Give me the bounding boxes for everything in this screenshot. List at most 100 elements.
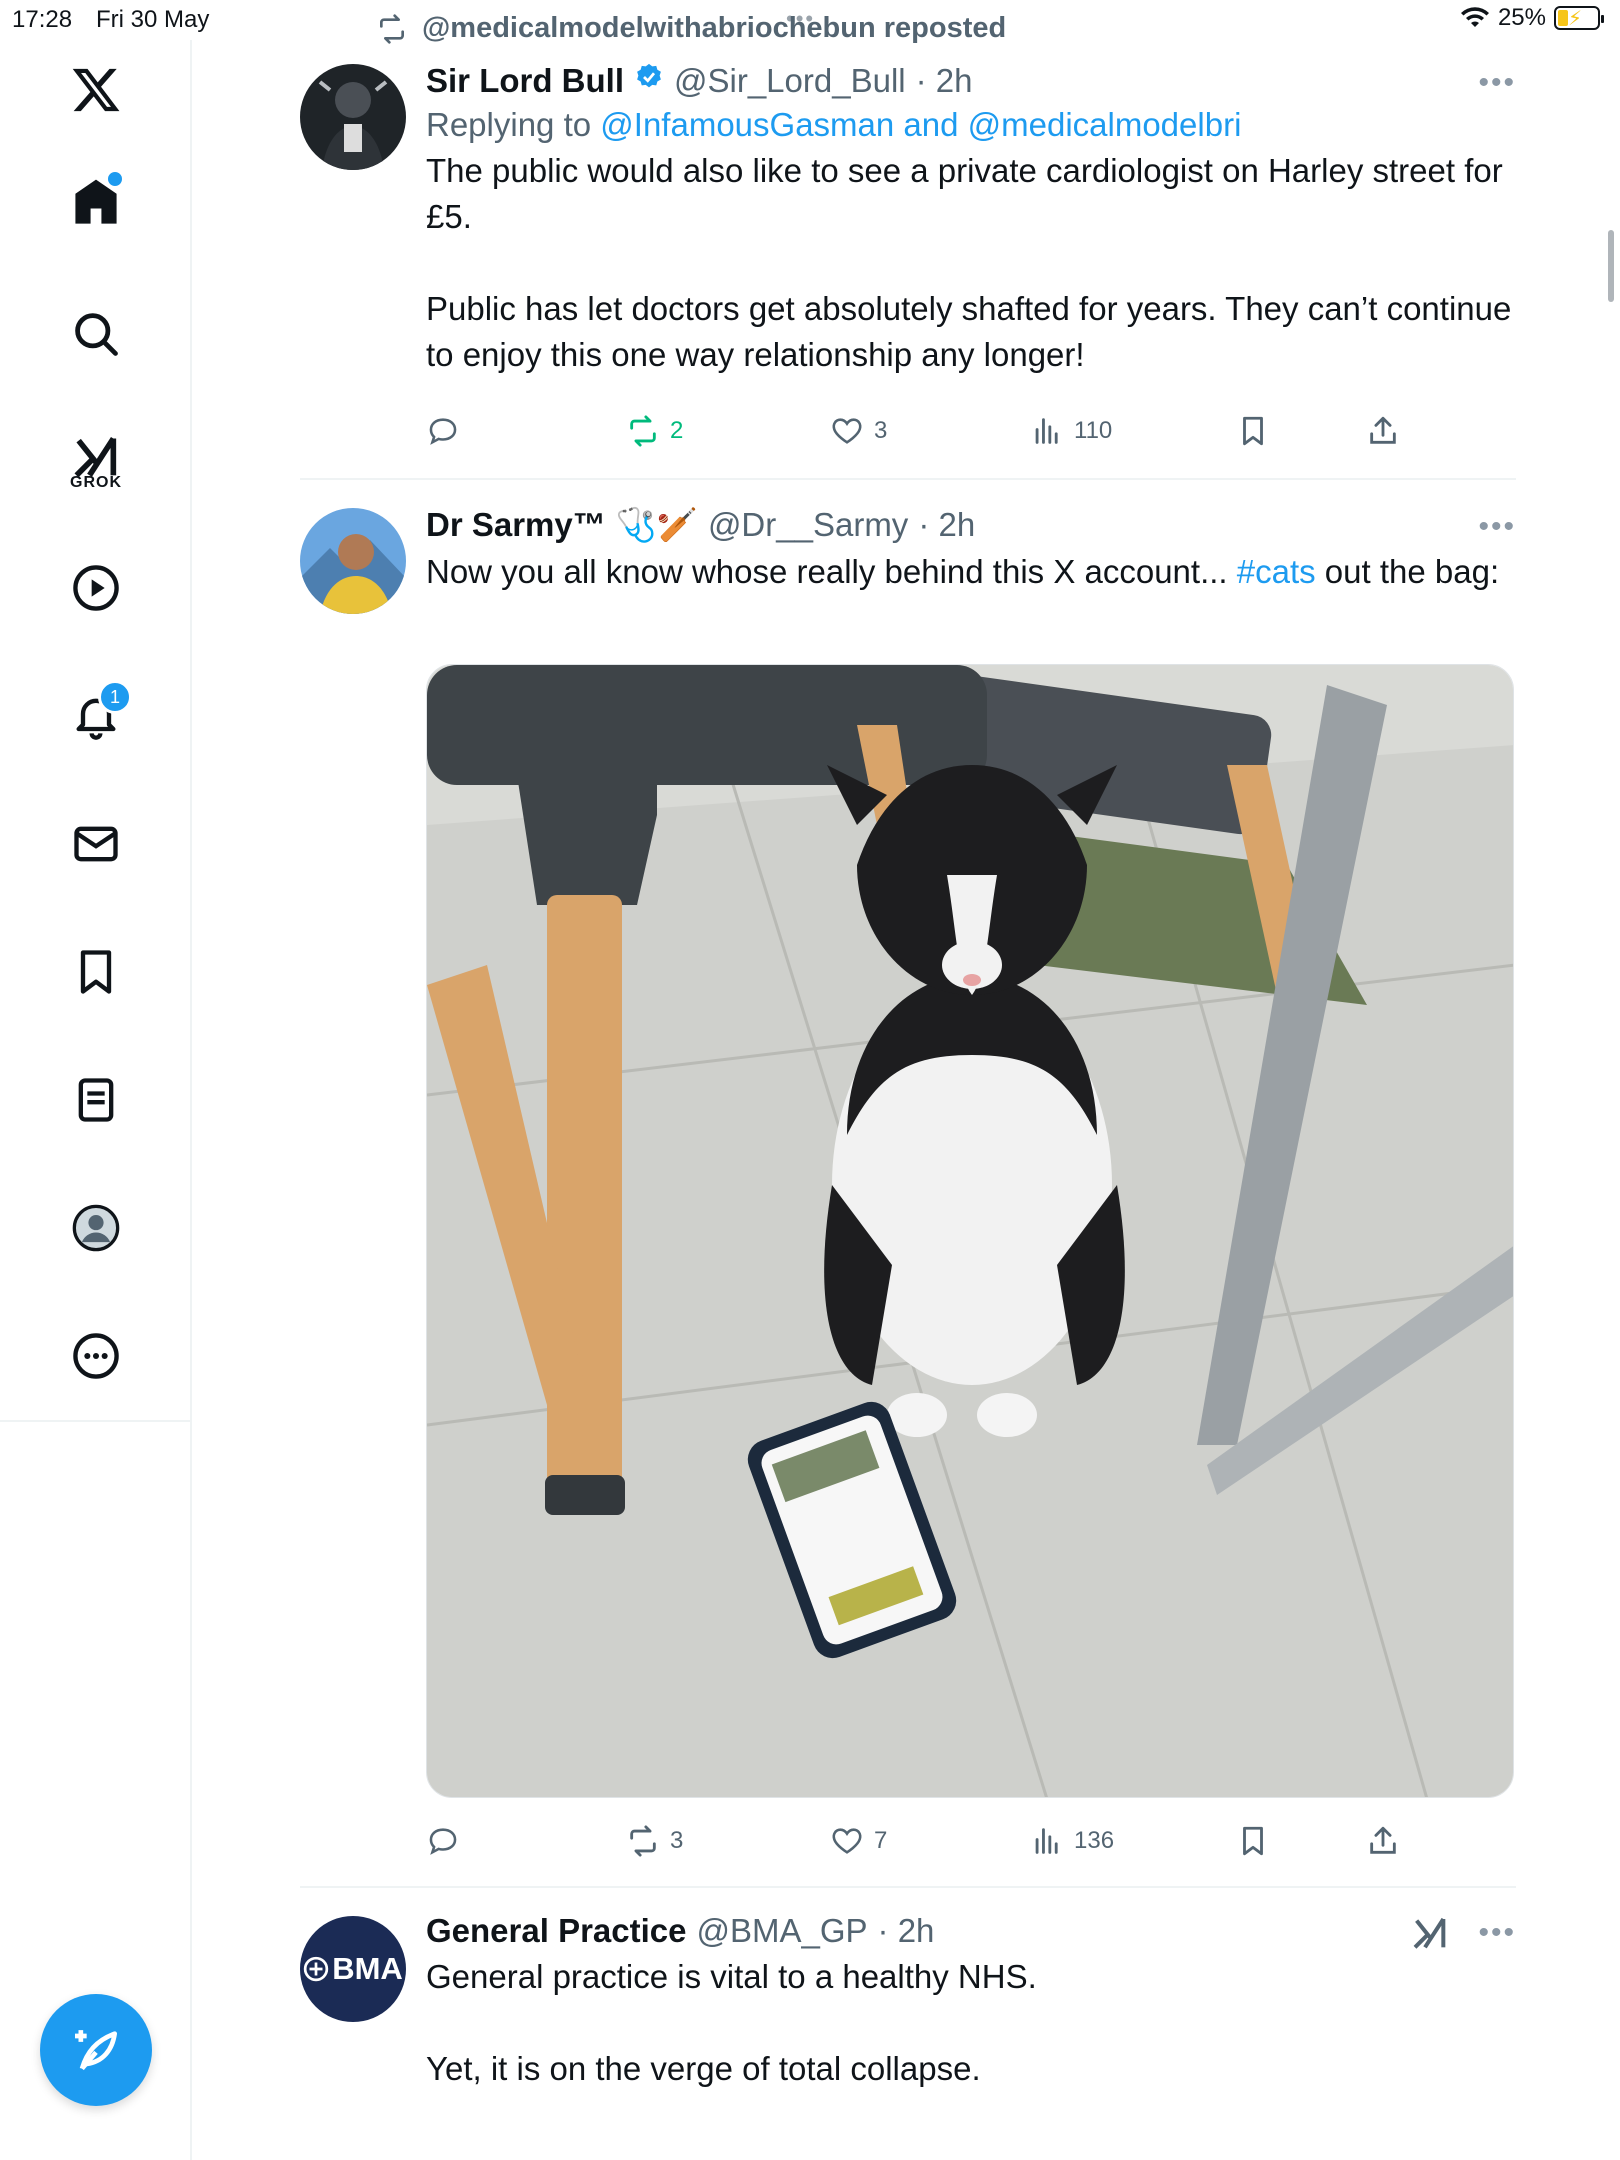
tweet-dr-sarmy[interactable]: Dr Sarmy™ 🩺🏏 @Dr__Sarmy · 2h Now you all…: [300, 506, 1516, 1866]
avatar[interactable]: BMA: [300, 1916, 406, 2022]
search-icon[interactable]: [56, 294, 136, 374]
bookmarks-icon[interactable]: [56, 932, 136, 1012]
share-icon: [1370, 416, 1396, 444]
home-new-dot: [106, 170, 124, 188]
share-icon: [1370, 1826, 1396, 1854]
more-options-icon[interactable]: [56, 1316, 136, 1396]
author-name[interactable]: Dr Sarmy™: [426, 506, 606, 544]
notifications-badge: 1: [98, 680, 132, 714]
more-options-icon[interactable]: •••: [1478, 510, 1516, 544]
repost-icon: [380, 13, 404, 44]
tweet-content: General Practice @BMA_GP · 2h General pr…: [426, 1912, 1516, 2092]
compose-feather-icon: [75, 2030, 117, 2071]
repost-button[interactable]: 2: [626, 414, 683, 448]
like-button[interactable]: 7: [830, 1824, 887, 1858]
tweet-header: Sir Lord Bull @Sir_Lord_Bull · 2h: [426, 62, 1516, 100]
repost-button[interactable]: 3: [626, 1824, 683, 1858]
repost-count: 3: [670, 1827, 684, 1854]
tweet-sir-lord-bull[interactable]: Sir Lord Bull @Sir_Lord_Bull · 2h Replyi…: [300, 62, 1516, 472]
avatar[interactable]: [300, 64, 406, 170]
views-chart-icon: [1035, 1828, 1058, 1854]
tweet-text-before: Now you all know whose really behind thi…: [426, 553, 1237, 590]
replying-to-label: Replying to: [426, 106, 592, 143]
sidebar-divider: [0, 1420, 192, 1422]
reply-icon: [429, 1828, 457, 1855]
reply-button[interactable]: [426, 1824, 470, 1858]
battery-icon: ⚡: [1554, 6, 1604, 30]
repost-banner-text: @medicalmodelwithabriochebun reposted: [422, 12, 1007, 44]
share-button[interactable]: [1366, 414, 1400, 448]
tweet-general-practice[interactable]: BMA General Practice @BMA_GP · 2h Genera…: [300, 1912, 1516, 2160]
repost-banner[interactable]: @medicalmodelwithabriochebun reposted: [376, 12, 1006, 45]
status-date: Fri 30 May: [96, 6, 210, 33]
tweet-photo[interactable]: [426, 664, 1514, 1798]
author-handle[interactable]: @BMA_GP: [697, 1912, 868, 1950]
replying-to: Replying to @InfamousGasman and @medical…: [426, 106, 1516, 144]
x-logo-icon[interactable]: [56, 50, 136, 130]
views-button[interactable]: 110: [1030, 414, 1112, 448]
lists-icon[interactable]: [56, 1060, 136, 1140]
reply-icon: [429, 418, 457, 445]
tweet-text: General practice is vital to a healthy N…: [426, 1958, 1037, 2087]
messages-mail-icon[interactable]: [56, 804, 136, 884]
tweet-time: · 2h: [915, 62, 973, 99]
heart-icon: [832, 1828, 862, 1854]
bookmark-button[interactable]: [1236, 414, 1270, 448]
views-chart-icon: [1035, 418, 1058, 444]
compose-post-button[interactable]: [40, 1994, 152, 2106]
repost-icon: [630, 1825, 656, 1857]
home-icon[interactable]: [56, 162, 136, 242]
like-count: 3: [874, 417, 888, 444]
grok-label: GROK: [70, 474, 122, 491]
bookmark-icon: [1243, 416, 1263, 446]
grok-icon[interactable]: [1410, 1914, 1450, 1954]
views-count: 110: [1074, 417, 1113, 444]
tweet-text: The public would also like to see a priv…: [426, 152, 1512, 373]
tweet-actions: 2 3 110: [426, 414, 1516, 458]
like-button[interactable]: 3: [830, 414, 887, 448]
tweet-separator: [300, 1886, 1516, 1888]
tweet-text: Now you all know whose really behind thi…: [426, 549, 1516, 595]
views-count: 136: [1074, 1827, 1115, 1854]
author-handle[interactable]: @Dr__Sarmy: [708, 506, 908, 544]
like-count: 7: [874, 1827, 888, 1854]
tweet-header: Dr Sarmy™ 🩺🏏 @Dr__Sarmy · 2h: [426, 506, 1516, 545]
replying-to-handles[interactable]: @InfamousGasman and @medicalmodelbri: [600, 106, 1241, 143]
status-right: 25% ⚡: [1460, 4, 1604, 32]
tweet-text-after: out the bag:: [1315, 553, 1500, 590]
bma-logo-icon: [304, 1956, 329, 1982]
heart-icon: [832, 418, 862, 444]
author-handle[interactable]: @Sir_Lord_Bull: [674, 62, 906, 100]
tweet-time: · 2h: [877, 1912, 935, 1949]
verified-badge-icon: [637, 63, 661, 88]
tweet-actions: 3 7 136: [426, 1824, 1516, 1868]
tweet-separator: [300, 478, 1516, 480]
video-play-icon[interactable]: [56, 548, 136, 628]
tweet-time: · 2h: [918, 506, 976, 543]
author-name[interactable]: Sir Lord Bull: [426, 62, 624, 100]
author-name[interactable]: General Practice: [426, 1912, 687, 1950]
share-button[interactable]: [1366, 1824, 1400, 1858]
tweet-content: Sir Lord Bull @Sir_Lord_Bull · 2h Replyi…: [426, 62, 1516, 378]
more-options-icon[interactable]: •••: [1478, 66, 1516, 100]
tweet-content: Dr Sarmy™ 🩺🏏 @Dr__Sarmy · 2h Now you all…: [426, 506, 1516, 595]
bookmark-icon: [1243, 1826, 1263, 1856]
wifi-icon: [1460, 7, 1489, 27]
more-options-icon[interactable]: •••: [1478, 1916, 1516, 1950]
status-time: 17:28: [12, 6, 73, 33]
bookmark-button[interactable]: [1236, 1824, 1270, 1858]
battery-percent: 25%: [1497, 4, 1546, 31]
avatar[interactable]: [300, 508, 406, 614]
sidebar: GROK 1: [0, 40, 192, 2160]
repost-count: 2: [670, 417, 684, 444]
tweet-header: General Practice @BMA_GP · 2h: [426, 1912, 1516, 1950]
views-button[interactable]: 136: [1030, 1824, 1114, 1858]
profile-avatar-icon[interactable]: [56, 1188, 136, 1268]
notifications-bell-icon[interactable]: 1: [56, 676, 136, 756]
scroll-indicator[interactable]: [1608, 230, 1614, 302]
avatar-text: BMA: [332, 1951, 403, 1986]
repost-icon: [630, 415, 656, 447]
reply-button[interactable]: [426, 414, 470, 448]
hashtag-link[interactable]: #cats: [1237, 553, 1316, 590]
author-emoji: 🩺🏏: [615, 506, 698, 543]
